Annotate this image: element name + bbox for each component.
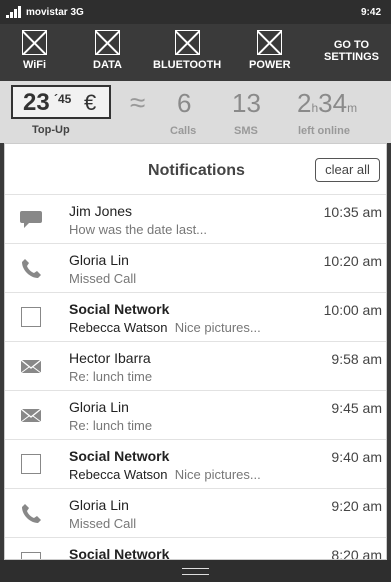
notification-text: How was the date last... (69, 222, 208, 237)
notification-title: Gloria Lin (69, 399, 129, 415)
notifications-header: Notifications clear all (5, 144, 386, 194)
power-toggle[interactable]: POWER (249, 30, 291, 71)
calls-value: 6 (177, 88, 192, 118)
notification-title: Jim Jones (69, 203, 133, 219)
envelope-icon (19, 355, 43, 377)
notification-sender: Rebecca Watson (69, 467, 168, 482)
notification-time: 9:20 am (331, 498, 382, 514)
notifications-panel: Notifications clear all Jim Jones How wa… (4, 143, 387, 560)
notification-text: Rebecca Watson Nice pictures... (69, 467, 261, 482)
bottom-bar (0, 560, 391, 582)
power-toggle-label: POWER (249, 59, 291, 71)
power-toggle-icon (257, 30, 283, 55)
notification-row[interactable]: Gloria Lin Missed Call 10:20 am (5, 243, 386, 292)
notification-time: 9:58 am (331, 351, 382, 367)
online-label: left online (298, 125, 350, 137)
notification-text: Rebecca Watson Nice pictures... (69, 320, 261, 335)
bluetooth-toggle-label: BLUETOOTH (153, 59, 222, 71)
notification-time: 10:20 am (323, 253, 382, 269)
notification-text: Missed Call (69, 516, 137, 531)
clock: 9:42 (360, 7, 381, 18)
notification-title: Social Network (69, 301, 170, 317)
carrier-name: movistar 3G (26, 7, 84, 18)
go-to-settings-button[interactable]: GO TO SETTINGS (324, 39, 379, 63)
notification-time: 8:20 am (331, 547, 382, 560)
notification-row[interactable]: Jim Jones How was the date last... 10:35… (5, 194, 386, 243)
notification-row[interactable]: Gloria Lin Re: lunch time 9:45 am (5, 390, 386, 439)
signal-strength-icon (6, 6, 22, 18)
notification-sender: Rebecca Watson (69, 320, 168, 335)
data-toggle-icon (94, 30, 120, 55)
notification-title: Gloria Lin (69, 497, 129, 513)
notification-title: Hector Ibarra (69, 350, 151, 366)
calls-label: Calls (170, 125, 197, 137)
drag-handle-icon[interactable] (182, 568, 209, 575)
balance-integer: 23 (23, 89, 50, 116)
notification-time: 9:40 am (331, 449, 382, 465)
wifi-toggle-label: WiFi (22, 59, 47, 71)
social-network-icon (21, 307, 41, 327)
bluetooth-toggle[interactable]: BLUETOOTH (153, 30, 221, 71)
notification-snippet: Nice pictures... (174, 320, 261, 335)
online-minutes-unit: m (347, 101, 358, 115)
social-network-icon (21, 552, 41, 559)
notification-time: 10:00 am (323, 302, 382, 318)
sms-value: 13 (232, 88, 261, 118)
go-to-settings-line1: GO TO (333, 39, 370, 51)
envelope-icon (19, 404, 43, 426)
notification-title: Social Network (69, 448, 170, 464)
wifi-toggle[interactable]: WiFi (22, 30, 47, 71)
wifi-toggle-icon (22, 30, 47, 55)
notification-text: Re: lunch time (69, 369, 153, 384)
online-hours: 2 (297, 88, 312, 118)
notification-title: Gloria Lin (69, 252, 129, 268)
go-to-settings-line2: SETTINGS (323, 51, 379, 63)
chat-bubble-icon (19, 208, 43, 230)
topup-label: Top-Up (32, 124, 70, 136)
clear-all-button[interactable]: clear all (315, 158, 380, 182)
online-minutes: 34 (318, 88, 348, 118)
online-time-value: 2h34m (297, 88, 357, 119)
notification-row[interactable]: Social Network Rebecca Watson Nice pictu… (5, 439, 386, 488)
phone-icon (19, 257, 43, 279)
notification-row[interactable]: Social Network 8:20 am (5, 537, 386, 560)
notification-row[interactable]: Gloria Lin Missed Call 9:20 am (5, 488, 386, 537)
notification-time: 9:45 am (331, 400, 382, 416)
usage-summary: 23 ´45 € Top-Up ≈ 6 Calls 13 SMS 2h34m l… (0, 81, 391, 143)
notification-title: Social Network (69, 546, 170, 560)
social-network-icon (21, 454, 41, 474)
data-toggle[interactable]: DATA (93, 30, 122, 71)
notification-row[interactable]: Social Network Rebecca Watson Nice pictu… (5, 292, 386, 341)
notification-text: Missed Call (69, 271, 137, 286)
notification-time: 10:35 am (323, 204, 382, 220)
phone-icon (19, 502, 43, 524)
status-bar: movistar 3G 9:42 (0, 0, 391, 24)
notification-row[interactable]: Hector Ibarra Re: lunch time 9:58 am (5, 341, 386, 390)
notification-text: Re: lunch time (69, 418, 153, 433)
quick-toggles-bar: WiFi DATA BLUETOOTH POWER GO TO SETTINGS (0, 24, 391, 81)
notification-snippet: Nice pictures... (174, 467, 261, 482)
balance-box[interactable]: 23 ´45 € (11, 85, 111, 119)
currency-symbol: € (84, 90, 97, 115)
data-toggle-label: DATA (93, 59, 122, 71)
balance-cents: ´45 (54, 92, 72, 106)
sms-label: SMS (234, 125, 258, 137)
bluetooth-toggle-icon (174, 30, 200, 55)
approx-symbol: ≈ (130, 87, 146, 118)
